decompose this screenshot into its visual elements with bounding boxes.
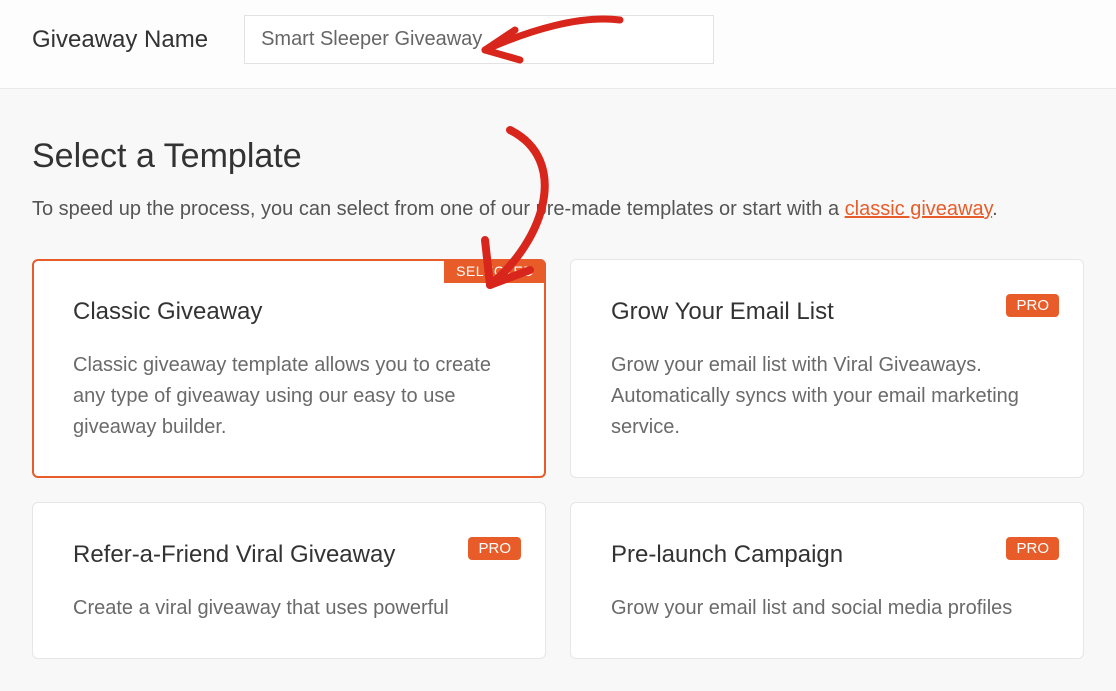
classic-giveaway-link[interactable]: classic giveaway	[845, 198, 992, 220]
template-card-refer-a-friend[interactable]: PRO Refer-a-Friend Viral Giveaway Create…	[32, 502, 546, 659]
template-card-classic-giveaway[interactable]: SELECTED Classic Giveaway Classic giveaw…	[32, 259, 546, 478]
section-desc-text: To speed up the process, you can select …	[32, 198, 845, 220]
pro-badge: PRO	[1006, 294, 1059, 317]
template-title: Pre-launch Campaign	[611, 541, 1043, 569]
section-title: Select a Template	[32, 137, 1084, 176]
section-description: To speed up the process, you can select …	[32, 198, 1084, 221]
giveaway-name-label: Giveaway Name	[32, 26, 208, 54]
template-card-grow-email-list[interactable]: PRO Grow Your Email List Grow your email…	[570, 259, 1084, 478]
template-description: Classic giveaway template allows you to …	[73, 350, 505, 443]
pro-badge: PRO	[468, 537, 521, 560]
template-description: Grow your email list with Viral Giveaway…	[611, 350, 1043, 443]
template-description: Grow your email list and social media pr…	[611, 593, 1043, 624]
template-card-pre-launch[interactable]: PRO Pre-launch Campaign Grow your email …	[570, 502, 1084, 659]
template-section: Select a Template To speed up the proces…	[0, 89, 1116, 659]
template-grid: SELECTED Classic Giveaway Classic giveaw…	[32, 259, 1084, 659]
template-description: Create a viral giveaway that uses powerf…	[73, 593, 505, 624]
selected-badge: SELECTED	[444, 259, 546, 283]
giveaway-name-row: Giveaway Name	[0, 0, 1116, 89]
template-title: Grow Your Email List	[611, 298, 1043, 326]
template-title: Refer-a-Friend Viral Giveaway	[73, 541, 505, 569]
section-desc-suffix: .	[992, 198, 998, 220]
giveaway-name-input[interactable]	[244, 15, 714, 64]
template-title: Classic Giveaway	[73, 298, 505, 326]
pro-badge: PRO	[1006, 537, 1059, 560]
